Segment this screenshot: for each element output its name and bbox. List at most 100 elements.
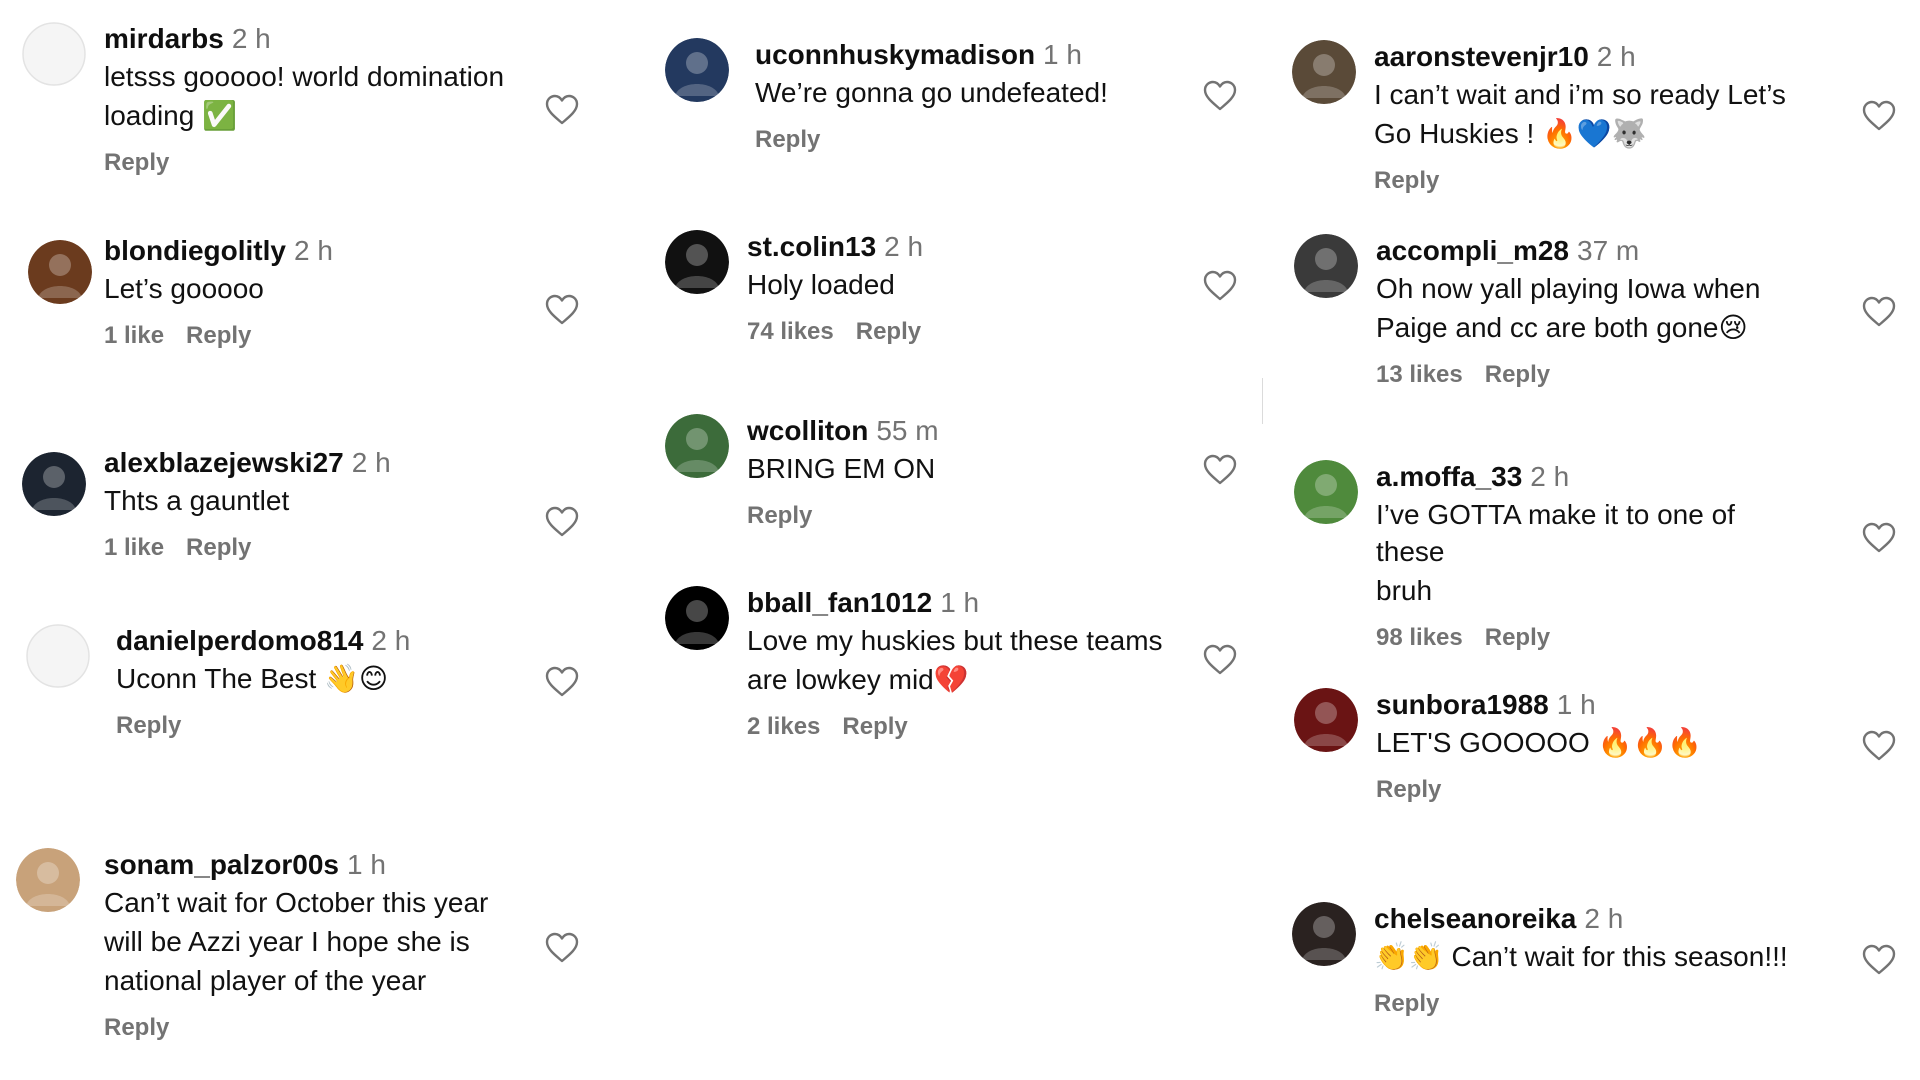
like-heart-icon[interactable]	[1203, 644, 1237, 676]
reply-button[interactable]: Reply	[842, 713, 907, 740]
comment-text-line: loading ✅	[104, 100, 237, 131]
like-heart-icon[interactable]	[1203, 454, 1237, 486]
username-link[interactable]: chelseanoreika	[1374, 903, 1576, 934]
avatar[interactable]	[22, 452, 86, 516]
likes-count: 74 likes	[747, 318, 834, 345]
comment-timestamp: 2 h	[1596, 41, 1636, 72]
like-heart-icon[interactable]	[1862, 944, 1896, 976]
like-heart-icon[interactable]	[1862, 522, 1896, 554]
like-heart-icon[interactable]	[545, 506, 579, 538]
comment-body: sonam_palzor00s 1 h Can’t wait for October…	[104, 848, 534, 1043]
reply-button[interactable]: Reply	[104, 1014, 169, 1041]
username-link[interactable]: st.colin13	[747, 231, 876, 262]
comment-actions: Reply	[1374, 166, 1804, 196]
comment-timestamp: 1 h	[347, 849, 386, 880]
comment-text-line: BRING EM ON	[747, 453, 936, 484]
profile-avatar-icon	[22, 452, 86, 516]
comment-actions: Reply	[116, 711, 546, 741]
comment-actions: 74 likes Reply	[747, 317, 1177, 347]
like-heart-icon[interactable]	[545, 666, 579, 698]
avatar[interactable]	[665, 38, 729, 102]
username-link[interactable]: sunbora1988	[1376, 689, 1549, 720]
comment-text-line: Holy loaded	[747, 269, 895, 300]
reply-button[interactable]: Reply	[755, 126, 820, 153]
like-heart-icon[interactable]	[545, 94, 579, 126]
comment-header: bball_fan1012 1 h	[747, 586, 1177, 620]
comment-actions: 1 like Reply	[104, 321, 534, 351]
avatar[interactable]	[1292, 902, 1356, 966]
reply-button[interactable]: Reply	[186, 534, 251, 561]
comment-actions: Reply	[104, 148, 534, 178]
reply-button[interactable]: Reply	[747, 502, 812, 529]
reply-button[interactable]: Reply	[1374, 990, 1439, 1017]
comment-actions: Reply	[755, 125, 1185, 155]
reply-button[interactable]: Reply	[1374, 167, 1439, 194]
likes-count: 13 likes	[1376, 361, 1463, 388]
reply-button[interactable]: Reply	[116, 712, 181, 739]
avatar[interactable]	[1294, 234, 1358, 298]
comment-text-line: 👏👏 Can’t wait for this season!!!	[1374, 941, 1788, 972]
avatar[interactable]	[1292, 40, 1356, 104]
avatar[interactable]	[1294, 688, 1358, 752]
profile-avatar-icon	[665, 38, 729, 102]
username-link[interactable]: accompli_m28	[1376, 235, 1569, 266]
comment-actions: Reply	[1374, 989, 1804, 1019]
like-heart-icon[interactable]	[545, 294, 579, 326]
avatar[interactable]	[26, 624, 90, 688]
reply-button[interactable]: Reply	[104, 149, 169, 176]
avatar[interactable]	[665, 414, 729, 478]
like-heart-icon[interactable]	[1203, 270, 1237, 302]
username-link[interactable]: uconnhuskymadison	[755, 39, 1035, 70]
comment-header: sunbora1988 1 h	[1376, 688, 1806, 722]
comment-timestamp: 55 m	[876, 415, 939, 446]
like-heart-icon[interactable]	[1862, 100, 1896, 132]
comment-timestamp: 1 h	[940, 587, 980, 618]
avatar[interactable]	[665, 586, 729, 650]
comment-timestamp: 37 m	[1577, 235, 1640, 266]
comment-text-line: bruh	[1376, 575, 1433, 606]
comment-timestamp: 1 h	[1556, 689, 1596, 720]
username-link[interactable]: sonam_palzor00s	[104, 849, 339, 880]
username-link[interactable]: wcolliton	[747, 415, 868, 446]
like-heart-icon[interactable]	[1862, 730, 1896, 762]
username-link[interactable]: bball_fan1012	[747, 587, 932, 618]
reply-button[interactable]: Reply	[186, 322, 251, 349]
comment-body: a.moffa_33 2 h I’ve GOTTA make it to one o…	[1376, 460, 1806, 653]
comment-timestamp: 2 h	[884, 231, 924, 262]
profile-avatar-icon	[665, 230, 729, 294]
like-heart-icon[interactable]	[545, 932, 579, 964]
avatar[interactable]	[22, 22, 86, 86]
reply-button[interactable]: Reply	[1485, 361, 1550, 388]
comment-timestamp: 2 h	[1530, 461, 1570, 492]
avatar[interactable]	[28, 240, 92, 304]
username-link[interactable]: alexblazejewski27	[104, 447, 344, 478]
avatar[interactable]	[1294, 460, 1358, 524]
comment-text-line: letsss gooooo! world domination	[104, 61, 505, 92]
profile-avatar-icon	[26, 624, 90, 688]
comment-text-line: Oh now yall playing Iowa when	[1376, 273, 1761, 304]
reply-button[interactable]: Reply	[1485, 624, 1550, 651]
avatar[interactable]	[665, 230, 729, 294]
profile-avatar-icon	[665, 586, 729, 650]
reply-button[interactable]: Reply	[1376, 776, 1441, 803]
comment-timestamp: 2 h	[231, 23, 271, 54]
username-link[interactable]: danielperdomo814	[116, 625, 363, 656]
username-link[interactable]: aaronstevenjr10	[1374, 41, 1589, 72]
comment-body: wcolliton 55 m BRING EM ON Reply	[747, 414, 1177, 531]
comment-header: aaronstevenjr10 2 h	[1374, 40, 1804, 74]
username-link[interactable]: mirdarbs	[104, 23, 224, 54]
like-heart-icon[interactable]	[1203, 80, 1237, 112]
reply-button[interactable]: Reply	[856, 318, 921, 345]
comment-body: st.colin13 2 h Holy loaded 74 likes Reply	[747, 230, 1177, 347]
username-link[interactable]: blondiegolitly	[104, 235, 286, 266]
comment-text-line: We’re gonna go undefeated!	[755, 77, 1108, 108]
avatar[interactable]	[16, 848, 80, 912]
comment-header: sonam_palzor00s 1 h	[104, 848, 534, 882]
username-link[interactable]: a.moffa_33	[1376, 461, 1522, 492]
comment-header: mirdarbs 2 h	[104, 22, 534, 56]
like-heart-icon[interactable]	[1862, 296, 1896, 328]
comment-header: st.colin13 2 h	[747, 230, 1177, 264]
comment-header: alexblazejewski27 2 h	[104, 446, 534, 480]
comment-timestamp: 2 h	[294, 235, 333, 266]
comment-header: wcolliton 55 m	[747, 414, 1177, 448]
